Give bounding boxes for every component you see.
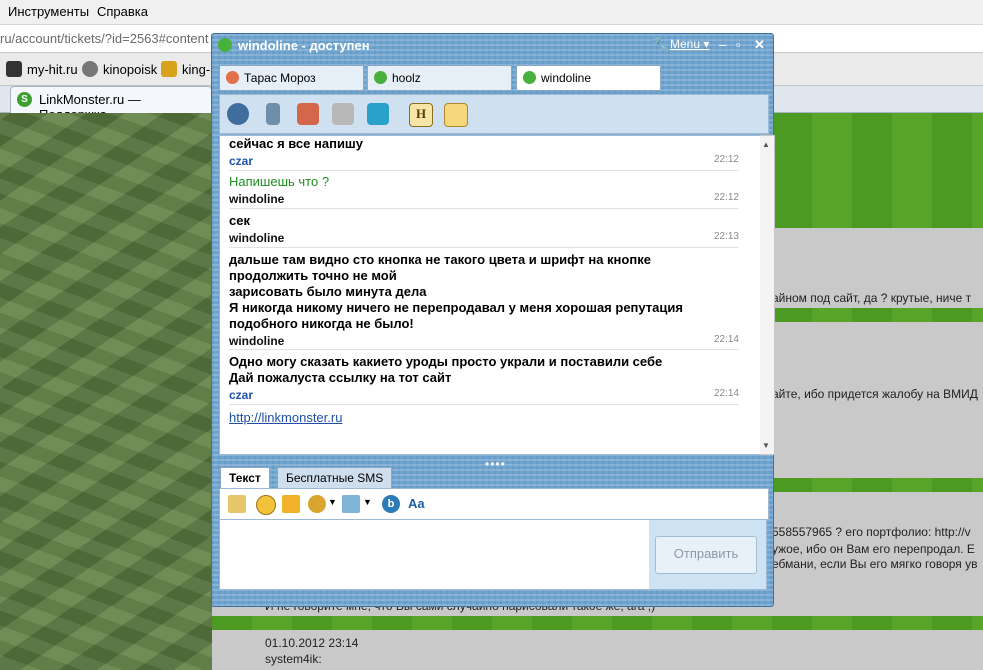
- comment-date: 01.10.2012 23:14: [265, 636, 359, 650]
- message: Напишешь что ? windoline 22:12: [229, 174, 739, 206]
- microphone-icon[interactable]: [266, 103, 280, 125]
- film-reel-icon: [82, 61, 98, 77]
- chat-toolbar: H: [219, 94, 769, 134]
- page-text: айте, ибо придется жалобу на ВМИД: [772, 387, 978, 401]
- message-time: 22:14: [713, 334, 739, 345]
- scroll-up-icon[interactable]: ▲: [762, 140, 770, 149]
- message-separator: [229, 349, 739, 350]
- chat-window-title: windoline - доступен: [218, 38, 370, 53]
- page-text: 558557965 ? его портфолио: http://v: [772, 525, 971, 539]
- contact-card-icon[interactable]: [444, 103, 468, 127]
- tab-text[interactable]: Текст: [220, 467, 270, 488]
- bookmark-my-hit[interactable]: my-hit.ru: [6, 61, 78, 77]
- page-divider: [212, 616, 983, 630]
- spellcheck-icon[interactable]: [342, 495, 360, 513]
- clapper-icon: [6, 61, 22, 77]
- message-text: Дай пожалуста ссылку на тот сайт: [229, 370, 452, 385]
- message-text: зарисовать было минута дела: [229, 284, 427, 299]
- send-panel: Отправить: [649, 519, 767, 590]
- message-text: сейчас я все напишу: [229, 136, 363, 151]
- browser-tab-linkmonster[interactable]: S LinkMonster.ru — Поддержка: [10, 86, 212, 122]
- page-text: ебмани, если Вы его мягко говоря ув: [772, 557, 978, 571]
- smiley-icon[interactable]: [256, 495, 276, 515]
- bold-icon[interactable]: b: [382, 495, 400, 513]
- message-input[interactable]: [219, 519, 651, 590]
- format-toolbar: ▼ ▼ b Aa: [219, 488, 769, 520]
- tab-contact-windoline[interactable]: windoline: [516, 65, 661, 91]
- message-text: Одно могу сказать какието уроды просто у…: [229, 354, 663, 369]
- message-separator: [229, 208, 739, 209]
- message: Одно могу сказать какието уроды просто у…: [229, 354, 739, 402]
- message-separator: [229, 170, 739, 171]
- close-button[interactable]: ✕: [754, 37, 765, 53]
- message-time: 22:14: [713, 388, 739, 399]
- webcam-icon[interactable]: [227, 103, 249, 125]
- message-text: сек: [229, 213, 250, 228]
- wrench-icon[interactable]: 🔧: [652, 37, 668, 53]
- tab-contact-hoolz[interactable]: hoolz: [367, 65, 512, 91]
- page-text: ужое, ибо он Вам его перепродал. E: [772, 542, 975, 556]
- send-file-icon[interactable]: [228, 495, 246, 513]
- resize-grip[interactable]: ••••: [485, 457, 506, 471]
- comment-author: system4ik:: [265, 652, 322, 666]
- bookmark-kinopoisk[interactable]: kinopoisk: [82, 61, 157, 77]
- history-scrollbar[interactable]: ▲ ▼: [760, 135, 775, 455]
- chevron-down-icon[interactable]: ▼: [363, 497, 372, 507]
- menu-button[interactable]: Menu ▾: [670, 37, 709, 51]
- files-icon[interactable]: [332, 103, 354, 125]
- status-away-icon: [226, 71, 239, 84]
- linkmonster-icon: S: [17, 92, 32, 107]
- message-text: Напишешь что ?: [229, 174, 330, 189]
- message-author: czar: [229, 388, 254, 402]
- message: сек windoline 22:13: [229, 213, 739, 245]
- message-separator: [229, 404, 739, 405]
- status-online-icon: [523, 71, 536, 84]
- message-author: windoline: [229, 231, 285, 245]
- menu-help[interactable]: Справка: [97, 4, 148, 19]
- minimize-button[interactable]: ‒: [719, 37, 726, 52]
- bookmark-king[interactable]: king-: [161, 61, 210, 77]
- message-text: Я никогда никому ничего не перепродавал …: [229, 300, 683, 315]
- chat-window: windoline - доступен 🔧 Menu ▾ ‒ ▫ ✕ Тара…: [211, 33, 775, 607]
- message-author: windoline: [229, 192, 285, 206]
- font-icon[interactable]: Aa: [408, 495, 426, 513]
- message-text: продолжить точно не мой: [229, 268, 397, 283]
- tab-contact-taras[interactable]: Тарас Мороз: [219, 65, 364, 91]
- message-history: сейчас я все напишу czar 22:12 Напишешь …: [219, 135, 762, 455]
- lightning-icon[interactable]: [282, 495, 300, 513]
- contacts-icon[interactable]: [297, 103, 319, 125]
- message-author: windoline: [229, 334, 285, 348]
- status-online-icon: [374, 71, 387, 84]
- page-background: [0, 113, 212, 670]
- send-button[interactable]: Отправить: [655, 536, 757, 574]
- gamepad-icon[interactable]: [367, 103, 389, 125]
- message-time: 22:13: [713, 231, 739, 242]
- message: дальше там видно сто кнопка не такого цв…: [229, 252, 739, 348]
- message-link[interactable]: http://linkmonster.ru: [229, 410, 342, 425]
- crown-icon: [161, 61, 177, 77]
- message-separator: [229, 247, 739, 248]
- animated-smiley-icon[interactable]: [308, 495, 326, 513]
- tab-free-sms[interactable]: Бесплатные SMS: [277, 467, 393, 488]
- history-icon[interactable]: H: [409, 103, 433, 127]
- menu-tools[interactable]: Инструменты: [8, 4, 89, 19]
- message: сейчас я все напишу czar 22:12: [229, 136, 739, 168]
- chevron-down-icon[interactable]: ▼: [328, 497, 337, 507]
- message-text: дальше там видно сто кнопка не такого цв…: [229, 252, 651, 267]
- address-text: ru/account/tickets/?id=2563#content: [0, 31, 209, 46]
- browser-menubar: Инструменты Справка: [0, 0, 983, 25]
- page-text: айном под сайт, да ? крутые, ниче т: [772, 291, 972, 305]
- maximize-button[interactable]: ▫: [736, 37, 741, 52]
- message-time: 22:12: [713, 192, 739, 203]
- message-text: подобного никогда не было!: [229, 316, 414, 331]
- message-author: czar: [229, 154, 254, 168]
- scroll-down-icon[interactable]: ▼: [762, 441, 770, 450]
- message-time: 22:12: [713, 154, 739, 165]
- icq-flower-icon: [218, 38, 232, 52]
